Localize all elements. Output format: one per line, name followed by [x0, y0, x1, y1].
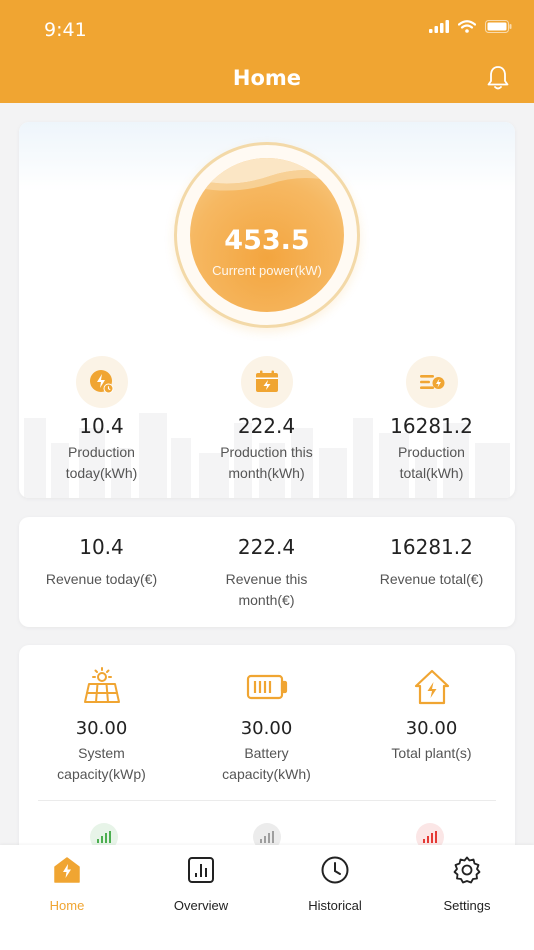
capacity-card: 30.00 System capacity(kWp) 30.00 Battery…	[19, 645, 515, 875]
system-capacity: 30.00 System capacity(kWp)	[19, 667, 184, 785]
total-plants-value: 30.00	[405, 718, 458, 739]
production-today-value: 10.4	[79, 414, 124, 438]
production-total-value: 16281.2	[390, 414, 473, 438]
bell-icon[interactable]	[484, 64, 512, 92]
bottom-tab-bar: Home Overview Historical Settings	[0, 845, 534, 950]
tab-overview[interactable]: Overview	[134, 855, 268, 913]
production-total-label: Production total(kWh)	[398, 444, 465, 481]
production-today: 10.4 Production today(kWh)	[19, 356, 184, 484]
tab-overview-label: Overview	[173, 898, 229, 913]
revenue-total-value: 16281.2	[390, 535, 473, 559]
battery-capacity: 30.00 Battery capacity(kWh)	[184, 667, 349, 785]
page-title: Home	[232, 66, 302, 90]
divider	[38, 800, 496, 801]
battery-capacity-label: Battery capacity(kWh)	[222, 745, 311, 782]
revenue-month-value: 222.4	[237, 535, 296, 559]
tab-home-label: Home	[49, 898, 85, 913]
tab-settings[interactable]: Settings	[400, 855, 534, 913]
lightning-clock-icon	[89, 370, 113, 394]
home-icon	[54, 857, 80, 883]
total-plants: 30.00 Total plant(s)	[349, 667, 514, 764]
tab-historical-label: Historical	[308, 898, 362, 913]
clock-icon	[321, 856, 349, 884]
revenue-total-label: Revenue total(€)	[379, 571, 484, 587]
production-month-label: Production this month(kWh)	[220, 444, 313, 481]
list-lightning-icon	[419, 375, 444, 389]
battery-status-icon	[485, 20, 512, 33]
production-today-label: Production today(kWh)	[65, 444, 138, 481]
revenue-total: 16281.2 Revenue total(€)	[349, 535, 514, 590]
status-icons	[429, 20, 512, 33]
total-plants-label: Total plant(s)	[391, 745, 472, 761]
tab-home[interactable]: Home	[0, 855, 134, 913]
system-capacity-value: 30.00	[75, 718, 128, 739]
tab-historical[interactable]: Historical	[268, 855, 402, 913]
battery-capacity-value: 30.00	[240, 718, 293, 739]
wifi-icon	[458, 20, 476, 33]
cellular-signal-icon	[429, 20, 449, 33]
production-month-value: 222.4	[237, 414, 296, 438]
system-capacity-label: System capacity(kWp)	[57, 745, 146, 782]
current-power-value: 453.5	[224, 225, 310, 256]
calendar-lightning-icon	[255, 370, 278, 392]
battery-icon	[246, 674, 287, 700]
production-month: 222.4 Production this month(kWh)	[184, 356, 349, 484]
revenue-month-label: Revenue this month(€)	[225, 571, 308, 608]
production-total: 16281.2 Production total(kWh)	[349, 356, 514, 484]
current-power-label: Current power(kW)	[212, 263, 322, 278]
revenue-card: 10.4 Revenue today(€) 222.4 Revenue this…	[19, 517, 515, 627]
status-time: 9:41	[44, 19, 87, 41]
production-card: 453.5 Current power(kW) 10.4 Production …	[19, 122, 515, 498]
tab-settings-label: Settings	[443, 898, 491, 913]
solar-panel-icon	[83, 667, 120, 703]
current-power-gauge: 453.5 Current power(kW)	[174, 142, 360, 328]
revenue-today-label: Revenue today(€)	[45, 571, 158, 587]
gear-icon	[453, 856, 481, 884]
revenue-today: 10.4 Revenue today(€)	[19, 535, 184, 590]
gauge-wave	[190, 158, 344, 191]
revenue-month: 222.4 Revenue this month(€)	[184, 535, 349, 611]
house-lightning-icon	[414, 669, 449, 705]
chart-bars-icon	[188, 857, 214, 883]
app-header: 9:41 Home	[0, 0, 534, 103]
revenue-today-value: 10.4	[79, 535, 124, 559]
